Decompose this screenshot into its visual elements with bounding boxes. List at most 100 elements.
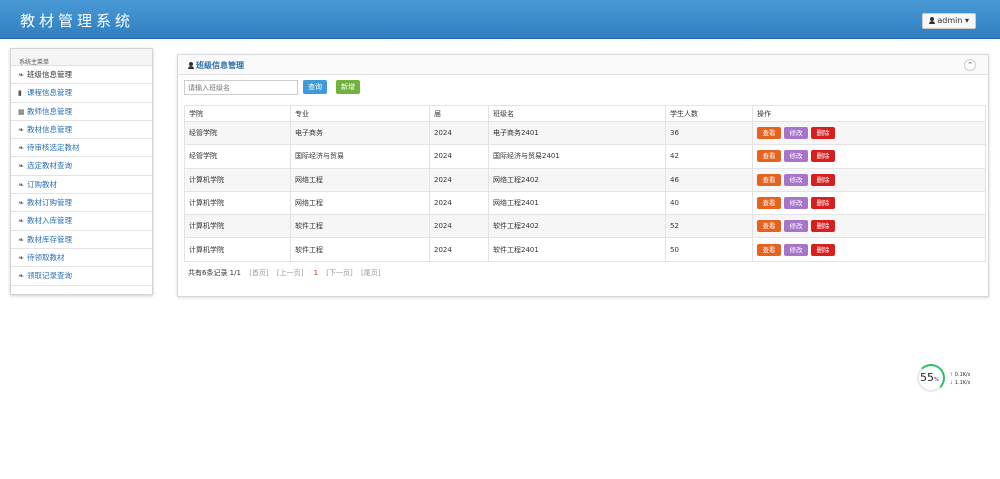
sidebar-item[interactable]: ❧ 领取记录查询: [11, 267, 152, 286]
edit-button[interactable]: 修改: [784, 173, 808, 186]
sidebar-item-label: 领取记录查询: [27, 271, 72, 281]
record-summary: 共有6条记录 1/1: [188, 269, 241, 277]
last-page-link[interactable]: [尾页]: [361, 269, 380, 277]
actions-cell: 查看 修改 删除: [752, 190, 986, 216]
table-row: 经管学院 国际经济与贸易 2024 国际经济与贸易2401 42 查看 修改 删除: [184, 144, 986, 169]
main-panel: 班级信息管理 ⌃ 查询 新增 学院专业届班级名学生人数操作 经管学院电子商务20…: [177, 54, 989, 297]
delete-button[interactable]: 删除: [811, 127, 835, 140]
table-cell: 50: [665, 237, 753, 262]
sidebar-item[interactable]: ▮ 课程信息管理: [11, 84, 152, 103]
leaf-icon: ❧: [18, 253, 24, 262]
download-arrow-icon: ↓: [949, 380, 954, 386]
leaf-icon: ❧: [18, 180, 24, 189]
network-speed-widget[interactable]: 55% ↑ 0.1K/s ↓ 1.1K/s: [917, 364, 977, 392]
next-page-link[interactable]: [下一页]: [326, 269, 352, 277]
table-cell: 网络工程2402: [488, 167, 666, 192]
view-button[interactable]: 查看: [757, 150, 781, 163]
sidebar-item[interactable]: ❧ 教材订购管理: [11, 194, 152, 213]
delete-button[interactable]: 删除: [811, 173, 835, 186]
sidebar-item-label: 教师信息管理: [27, 106, 72, 116]
edit-button[interactable]: 修改: [784, 150, 808, 163]
leaf-icon: ❧: [18, 217, 24, 226]
sidebar-item[interactable]: ❧ 待审核选定教材: [11, 139, 152, 158]
view-button[interactable]: 查看: [757, 243, 781, 256]
table-row: 计算机学院 软件工程 2024 软件工程2401 50 查看 修改 删除: [184, 237, 986, 262]
sidebar-item[interactable]: ❧ 待领取教材: [11, 249, 152, 268]
panel-header: 班级信息管理 ⌃: [178, 55, 988, 75]
sidebar-item-label: 待领取教材: [27, 252, 65, 262]
edit-button[interactable]: 修改: [784, 243, 808, 256]
leaf-icon: ❧: [18, 272, 24, 281]
table-cell: 网络工程2401: [488, 190, 666, 216]
delete-button[interactable]: 删除: [811, 243, 835, 256]
sidebar-item[interactable]: ❧ 教材入库管理: [11, 212, 152, 231]
first-page-link[interactable]: [首页]: [249, 269, 268, 277]
download-rate: ↓ 1.1K/s: [949, 380, 970, 386]
sidebar-item-label: 课程信息管理: [27, 88, 72, 98]
column-header: 学生人数: [665, 105, 753, 122]
view-button[interactable]: 查看: [757, 197, 781, 210]
actions-cell: 查看 修改 删除: [752, 144, 986, 169]
sidebar-item-label: 选定教材查询: [27, 161, 72, 171]
user-menu-button[interactable]: admin ▾: [922, 13, 976, 29]
view-button[interactable]: 查看: [757, 173, 781, 186]
table-row: 计算机学院 网络工程 2024 网络工程2401 40 查看 修改 删除: [184, 190, 986, 216]
sidebar-item-label: 班级信息管理: [27, 70, 72, 79]
table-cell: 2024: [429, 120, 489, 146]
table-row: 经管学院 电子商务 2024 电子商务2401 36 查看 修改 删除: [184, 120, 986, 146]
sidebar-item[interactable]: ❧ 教材信息管理: [11, 121, 152, 140]
user-icon: [929, 17, 936, 24]
table-cell: 经管学院: [184, 120, 291, 146]
leaf-icon: ❧: [18, 235, 24, 244]
sidebar-item[interactable]: ❧ 订购教材: [11, 176, 152, 195]
sidebar-item[interactable]: ▦ 教师信息管理: [11, 103, 152, 121]
leaf-icon: ❧: [18, 71, 24, 79]
delete-button[interactable]: 删除: [811, 150, 835, 163]
sidebar-item-label: 教材库存管理: [27, 234, 72, 244]
panel-title-text: 班级信息管理: [196, 61, 244, 70]
leaf-icon: ❧: [18, 125, 24, 134]
sidebar-item-label: 待审核选定教材: [27, 143, 80, 153]
download-value: 1.1K/s: [954, 380, 971, 386]
column-header: 操作: [752, 105, 986, 122]
table-cell: 42: [665, 144, 753, 169]
delete-button[interactable]: 删除: [811, 220, 835, 233]
class-table: 学院 专业届班级名 学生人数 操作 经管学院 电子商务 2024 电子商务2401 36 查看修…: [184, 105, 986, 262]
table-cell: 计算机学院: [184, 167, 291, 192]
table-cell: 计算机学院: [184, 190, 291, 216]
prev-page-link[interactable]: [上一页]: [277, 269, 303, 277]
class-name-search-input[interactable]: [184, 80, 298, 95]
table-cell: 计算机学院: [184, 214, 291, 239]
table-cell: 52: [665, 214, 753, 239]
column-header: 专业: [290, 105, 430, 122]
table-cell: 电子商务: [290, 120, 430, 146]
user-name: admin: [937, 16, 963, 25]
upload-value: 0.1K/s: [954, 372, 971, 378]
edit-button[interactable]: 修改: [784, 197, 808, 210]
delete-button[interactable]: 删除: [811, 197, 835, 210]
edit-button[interactable]: 修改: [784, 127, 808, 140]
view-button[interactable]: 查看: [757, 220, 781, 233]
sidebar-item[interactable]: ❧ 选定教材查询: [11, 157, 152, 176]
query-button[interactable]: 查询: [303, 80, 327, 94]
table-cell: 软件工程: [290, 237, 430, 262]
collapse-button[interactable]: ⌃: [964, 59, 976, 71]
table-cell: 网络工程: [290, 190, 430, 216]
app-title: 教材管理系统: [20, 12, 135, 30]
table-cell: 软件工程2401: [488, 237, 666, 262]
add-button[interactable]: 新增: [336, 80, 360, 94]
bookmark-icon: ▮: [18, 89, 22, 98]
top-bar: 教材管理系统 admin ▾: [0, 0, 1000, 39]
actions-cell: 查看 修改 删除: [752, 167, 986, 192]
table-cell: 国际经济与贸易: [290, 144, 430, 169]
user-icon: [188, 62, 194, 69]
view-button[interactable]: 查看: [757, 127, 781, 140]
table-cell: 36: [665, 120, 753, 146]
edit-button[interactable]: 修改: [784, 220, 808, 233]
sidebar-item-label: 教材信息管理: [27, 124, 72, 134]
table-cell: 国际经济与贸易2401: [488, 144, 666, 169]
sidebar-item[interactable]: ❧ 班级信息管理: [11, 66, 152, 85]
percent-value: 55: [920, 371, 934, 384]
sidebar-item[interactable]: ❧ 教材库存管理: [11, 231, 152, 249]
table-cell: 2024: [429, 144, 489, 169]
